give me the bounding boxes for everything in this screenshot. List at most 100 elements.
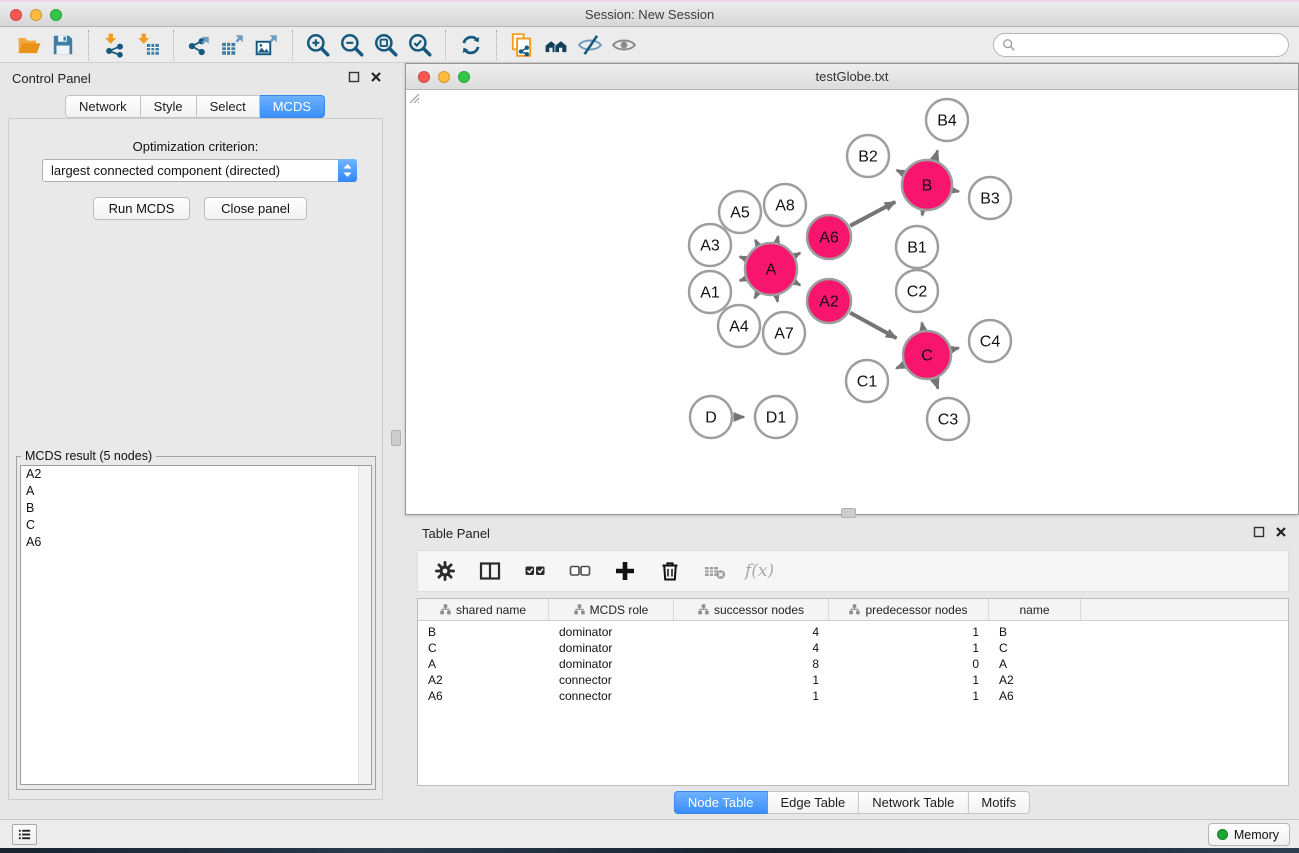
task-history-button[interactable] — [12, 824, 37, 845]
delete-table-button[interactable] — [700, 556, 730, 586]
tab-style[interactable]: Style — [141, 95, 197, 118]
criterion-select[interactable]: largest connected component (directed) — [42, 159, 357, 182]
horizontal-splitter-handle[interactable] — [841, 508, 856, 518]
network-window-titlebar[interactable]: testGlobe.txt — [406, 64, 1298, 90]
column-header-successor-nodes[interactable]: successor nodes — [674, 599, 829, 620]
float-panel-icon[interactable] — [1253, 526, 1265, 538]
function-builder-button[interactable]: f(x) — [745, 556, 774, 586]
show-column-button[interactable] — [475, 556, 505, 586]
hide-details-button[interactable] — [573, 30, 607, 60]
network-canvas[interactable]: B4B2BB3A5A8A6B1A3AA1C2A2A4A7C4CC1C3DD1 — [406, 90, 1298, 514]
tab-motifs[interactable]: Motifs — [968, 791, 1030, 814]
memory-button[interactable]: Memory — [1208, 823, 1290, 846]
result-item[interactable]: A2 — [21, 466, 371, 483]
select-all-button[interactable] — [520, 556, 550, 586]
column-header-name[interactable]: name — [989, 599, 1081, 620]
result-item[interactable]: A — [21, 483, 371, 500]
homes-icon — [543, 32, 569, 58]
close-panel-button[interactable]: Close panel — [204, 197, 307, 220]
column-header-shared-name[interactable]: shared name — [418, 599, 549, 620]
zoom-fit-button[interactable] — [369, 30, 403, 60]
edge-C-C1[interactable] — [896, 365, 903, 368]
edge-C-C4[interactable] — [952, 348, 958, 350]
node-label-A1: A1 — [700, 285, 720, 302]
list-scrollbar[interactable] — [358, 466, 371, 784]
tab-edge-table[interactable]: Edge Table — [767, 791, 859, 814]
export-image-button[interactable] — [250, 30, 284, 60]
refresh-view-button[interactable] — [454, 30, 488, 60]
table-cell: dominator — [549, 640, 674, 656]
result-item[interactable]: B — [21, 500, 371, 517]
tab-network-table[interactable]: Network Table — [859, 791, 968, 814]
edge-B-B1[interactable] — [922, 212, 923, 216]
edge-B-B2[interactable] — [897, 170, 903, 173]
edge-A-A3[interactable] — [740, 257, 745, 259]
column-header-predecessor-nodes[interactable]: predecessor nodes — [829, 599, 989, 620]
close-panel-icon[interactable] — [1275, 526, 1287, 538]
edge-A-A2[interactable] — [796, 283, 801, 286]
add-row-button[interactable] — [610, 556, 640, 586]
table-row[interactable]: Adominator80A — [418, 656, 1288, 672]
export-network-button[interactable] — [182, 30, 216, 60]
table-cell: 8 — [674, 656, 829, 672]
delete-row-button[interactable] — [655, 556, 685, 586]
float-panel-icon[interactable] — [348, 71, 360, 83]
table-cell: 1 — [829, 688, 989, 704]
edge-B-B4[interactable] — [935, 151, 938, 160]
node-label-B1: B1 — [907, 240, 927, 257]
table-cell: C — [418, 640, 549, 656]
tab-select[interactable]: Select — [197, 95, 260, 118]
vertical-splitter-handle[interactable] — [391, 430, 401, 446]
result-item[interactable]: A6 — [21, 534, 371, 551]
edge-B-B3[interactable] — [953, 191, 958, 192]
tab-network[interactable]: Network — [65, 95, 141, 118]
open-session-button[interactable] — [12, 30, 46, 60]
export-image-icon — [254, 32, 280, 58]
table-row[interactable]: Bdominator41B — [418, 624, 1288, 640]
zoom-fit-icon — [373, 32, 399, 58]
table-cell: 1 — [829, 624, 989, 640]
edge-C-C2[interactable] — [922, 323, 923, 330]
application-window: Session: New Session — [0, 0, 1299, 853]
edge-A-A7[interactable] — [777, 296, 778, 301]
show-details-button[interactable] — [607, 30, 641, 60]
edge-A-A8[interactable] — [777, 236, 778, 241]
export-table-button[interactable] — [216, 30, 250, 60]
edge-A2-C[interactable] — [850, 313, 896, 339]
table-row[interactable]: Cdominator41C — [418, 640, 1288, 656]
search-input[interactable] — [1021, 35, 1288, 55]
trash-icon — [658, 559, 682, 583]
resize-grip-icon[interactable] — [406, 90, 420, 104]
checked-boxes-icon — [523, 559, 547, 583]
tab-node-table[interactable]: Node Table — [674, 791, 768, 814]
import-table-button[interactable] — [131, 30, 165, 60]
save-session-button[interactable] — [46, 30, 80, 60]
import-network-button[interactable] — [97, 30, 131, 60]
column-header-MCDS-role[interactable]: MCDS role — [549, 599, 674, 620]
zoom-out-button[interactable] — [335, 30, 369, 60]
delete-table-icon — [703, 559, 727, 583]
zoom-selected-button[interactable] — [403, 30, 437, 60]
table-cell: 1 — [829, 672, 989, 688]
deselect-all-button[interactable] — [565, 556, 595, 586]
edge-A-A4[interactable] — [755, 293, 758, 298]
table-row[interactable]: A6connector11A6 — [418, 688, 1288, 704]
table-row[interactable]: A2connector11A2 — [418, 672, 1288, 688]
tab-mcds[interactable]: MCDS — [260, 95, 325, 118]
edge-A-A5[interactable] — [755, 240, 757, 244]
close-panel-icon[interactable] — [370, 71, 382, 83]
run-mcds-button[interactable]: Run MCDS — [93, 197, 190, 220]
edge-C-C3[interactable] — [935, 380, 938, 389]
search-field[interactable] — [993, 33, 1289, 57]
home-layout-button[interactable] — [539, 30, 573, 60]
edge-A-A1[interactable] — [740, 279, 745, 281]
edge-A6-B[interactable] — [850, 202, 895, 226]
columns-icon — [478, 559, 502, 583]
network-from-file-button[interactable] — [505, 30, 539, 60]
edge-A-A6[interactable] — [796, 253, 801, 256]
result-item[interactable]: C — [21, 517, 371, 534]
table-settings-button[interactable] — [430, 556, 460, 586]
open-folder-icon — [16, 32, 42, 58]
zoom-in-button[interactable] — [301, 30, 335, 60]
select-stepper[interactable] — [338, 159, 357, 182]
